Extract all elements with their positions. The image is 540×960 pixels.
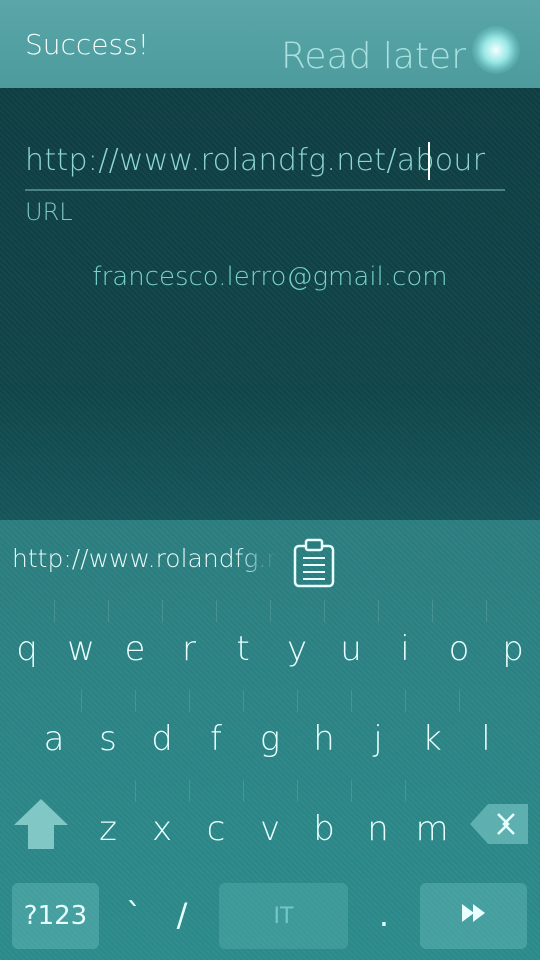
key-y[interactable]: y bbox=[270, 614, 324, 684]
key-m[interactable]: m bbox=[405, 794, 459, 864]
key-row-3: z x c v b n m bbox=[0, 780, 540, 864]
url-input[interactable]: http://www.rolandfg.net/abour bbox=[25, 135, 505, 191]
key-i[interactable]: i bbox=[378, 614, 432, 684]
key-h[interactable]: h bbox=[297, 704, 351, 774]
symbols-key[interactable]: ?123 bbox=[12, 883, 99, 949]
key-divider bbox=[216, 600, 217, 622]
key-f[interactable]: f bbox=[189, 704, 243, 774]
key-q[interactable]: q bbox=[0, 614, 54, 684]
key-divider bbox=[459, 690, 460, 712]
key-o[interactable]: o bbox=[432, 614, 486, 684]
banner-title: Success! bbox=[25, 28, 149, 61]
key-e[interactable]: e bbox=[108, 614, 162, 684]
key-slash[interactable]: / bbox=[157, 890, 207, 940]
url-input-value[interactable]: http://www.rolandfg.net/abour bbox=[25, 143, 485, 178]
clipboard-icon[interactable] bbox=[293, 538, 335, 588]
key-z[interactable]: z bbox=[81, 794, 135, 864]
text-cursor bbox=[428, 142, 430, 180]
key-divider bbox=[432, 600, 433, 622]
enter-icon bbox=[460, 901, 488, 931]
notification-banner: Success! Read later bbox=[0, 0, 540, 88]
key-g[interactable]: g bbox=[243, 704, 297, 774]
key-a[interactable]: a bbox=[27, 704, 81, 774]
read-later-button[interactable]: Read later bbox=[281, 36, 466, 77]
shift-icon[interactable] bbox=[12, 795, 70, 853]
virtual-keyboard: http://www.rolandfg.net/abour q w e r t … bbox=[0, 520, 540, 960]
key-t[interactable]: t bbox=[216, 614, 270, 684]
key-divider bbox=[108, 600, 109, 622]
suggestion-text[interactable]: http://www.rolandfg.net/abour bbox=[12, 544, 276, 573]
key-row-1: q w e r t y u i o p bbox=[0, 600, 540, 684]
key-divider bbox=[81, 690, 82, 712]
key-d[interactable]: d bbox=[135, 704, 189, 774]
key-l[interactable]: l bbox=[459, 704, 513, 774]
pulley-indicator-icon bbox=[472, 26, 520, 74]
key-divider bbox=[297, 690, 298, 712]
url-label: URL bbox=[25, 198, 73, 226]
key-divider bbox=[189, 690, 190, 712]
key-divider bbox=[135, 780, 136, 802]
key-divider bbox=[243, 780, 244, 802]
key-backtick[interactable]: ` bbox=[109, 890, 159, 940]
key-x[interactable]: x bbox=[135, 794, 189, 864]
key-s[interactable]: s bbox=[81, 704, 135, 774]
key-r[interactable]: r bbox=[162, 614, 216, 684]
key-divider bbox=[243, 690, 244, 712]
key-divider bbox=[351, 780, 352, 802]
backspace-icon[interactable] bbox=[468, 802, 530, 846]
account-email: francesco.lerro@gmail.com bbox=[92, 262, 448, 292]
key-divider bbox=[189, 780, 190, 802]
key-k[interactable]: k bbox=[405, 704, 459, 774]
key-p[interactable]: p bbox=[486, 614, 540, 684]
key-divider bbox=[270, 600, 271, 622]
key-b[interactable]: b bbox=[297, 794, 351, 864]
key-divider bbox=[378, 600, 379, 622]
key-row-2: a s d f g h j k l bbox=[0, 690, 540, 774]
key-w[interactable]: w bbox=[54, 614, 108, 684]
key-u[interactable]: u bbox=[324, 614, 378, 684]
key-n[interactable]: n bbox=[351, 794, 405, 864]
key-period[interactable]: . bbox=[359, 890, 409, 940]
key-divider bbox=[54, 600, 55, 622]
key-v[interactable]: v bbox=[243, 794, 297, 864]
key-c[interactable]: c bbox=[189, 794, 243, 864]
key-divider bbox=[405, 780, 406, 802]
key-divider bbox=[162, 600, 163, 622]
space-key[interactable]: IT bbox=[219, 883, 348, 949]
key-divider bbox=[351, 690, 352, 712]
key-divider bbox=[324, 600, 325, 622]
key-divider bbox=[405, 690, 406, 712]
key-divider bbox=[486, 600, 487, 622]
key-j[interactable]: j bbox=[351, 704, 405, 774]
key-divider bbox=[297, 780, 298, 802]
key-divider bbox=[135, 690, 136, 712]
enter-key[interactable] bbox=[420, 883, 527, 949]
